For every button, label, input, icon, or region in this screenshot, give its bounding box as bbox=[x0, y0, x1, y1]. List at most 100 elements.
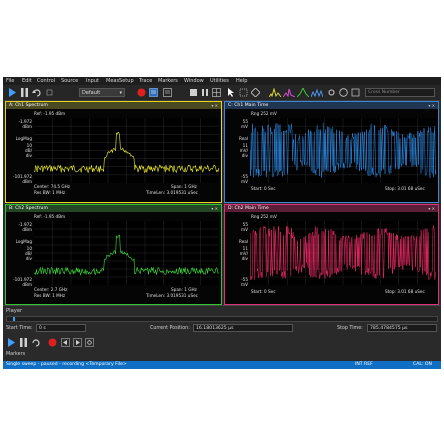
bottom-scale: -101.972 dBm bbox=[13, 174, 32, 184]
spectrum-icon-2[interactable] bbox=[283, 88, 295, 97]
panel-actions[interactable]: ▾ ✕ bbox=[211, 102, 218, 109]
span: Span: 1 GHz bbox=[171, 184, 197, 189]
range-level: Rng 252 mV bbox=[251, 111, 277, 116]
playhead-marker[interactable] bbox=[13, 317, 15, 321]
res-bw: Res BW: 1 MHz bbox=[34, 293, 66, 298]
time-plot-d[interactable] bbox=[250, 221, 436, 285]
scale-per-div: 10 dB/ div bbox=[25, 246, 32, 261]
scale-mode: Real bbox=[238, 239, 248, 244]
current-position-field[interactable]: 16.18013625 µs bbox=[193, 324, 293, 332]
menu-bar: File Edit Control Source Input MeasSetup… bbox=[3, 77, 441, 85]
stop-icon[interactable] bbox=[189, 88, 198, 97]
spectrum-icon-3[interactable] bbox=[297, 88, 309, 97]
preset-dropdown[interactable]: Default ▾ bbox=[79, 88, 125, 97]
window-layout-icon[interactable] bbox=[149, 88, 158, 97]
panel-ch2-spectrum[interactable]: B: Ch2 Spectrum ▾ ✕ Ref: -1.95 dBm -1.972… bbox=[5, 204, 222, 305]
menu-utilities[interactable]: Utilities bbox=[210, 78, 229, 84]
panel-title-bar[interactable]: D: Ch2 Main Time ▾ ✕ bbox=[225, 205, 438, 212]
menu-trace[interactable]: Trace bbox=[139, 78, 152, 84]
spectrum-icon-4[interactable] bbox=[311, 88, 323, 97]
step-icon[interactable] bbox=[46, 88, 55, 97]
menu-markers[interactable]: Markers bbox=[158, 78, 178, 84]
panel-actions[interactable]: ▾ ✕ bbox=[428, 102, 435, 109]
panel-title-bar[interactable]: C: Ch1 Main Time ▾ ✕ bbox=[225, 102, 438, 109]
player-title: Player bbox=[6, 308, 23, 314]
pause-icon[interactable] bbox=[19, 338, 28, 347]
play-icon[interactable] bbox=[7, 338, 16, 347]
bottom-scale: -101.972 dBm bbox=[13, 277, 32, 287]
markers-settings-icon[interactable] bbox=[85, 338, 94, 347]
single-icon[interactable] bbox=[201, 88, 210, 97]
play-icon[interactable] bbox=[8, 88, 17, 97]
layout-icon[interactable] bbox=[163, 88, 172, 97]
marker-icon[interactable] bbox=[251, 88, 260, 97]
search-placeholder: Cross Number bbox=[368, 90, 400, 95]
stop-time: Stop: 3.01 68 uSec bbox=[385, 289, 425, 294]
spectrum-icon[interactable] bbox=[269, 88, 281, 97]
reference-status: INT REF bbox=[355, 362, 373, 367]
scale-mode: LogMag bbox=[15, 136, 32, 141]
help-icon[interactable] bbox=[339, 88, 348, 97]
spectrum-plot-a[interactable] bbox=[34, 118, 219, 183]
info-icon[interactable] bbox=[351, 88, 360, 97]
cursor-icon[interactable] bbox=[227, 88, 236, 97]
spectrum-plot-b[interactable] bbox=[34, 221, 219, 285]
top-scale: 55 mV bbox=[241, 119, 248, 129]
menu-edit[interactable]: Edit bbox=[22, 78, 32, 84]
panel-title-bar[interactable]: A: Ch1 Spectrum ▾ ✕ bbox=[6, 102, 221, 109]
panel-title: A: Ch1 Spectrum bbox=[9, 103, 48, 108]
calibration-status: CAL: ON bbox=[413, 362, 432, 367]
scale-per-div: 11 mV/ div bbox=[239, 246, 248, 261]
menu-meassetup[interactable]: MeasSetup bbox=[106, 78, 134, 84]
panel-ch1-spectrum[interactable]: A: Ch1 Spectrum ▾ ✕ Ref: -1.95 dBm -1.972… bbox=[5, 101, 222, 203]
panel-title: B: Ch2 Spectrum bbox=[9, 206, 48, 211]
status-bar: Single sweep - paused - recording <Tempo… bbox=[3, 361, 441, 369]
panel-actions[interactable]: ▾ ✕ bbox=[428, 205, 435, 212]
scale-per-div: 11 mV/ div bbox=[239, 143, 248, 158]
step-forward-icon[interactable] bbox=[73, 338, 82, 347]
menu-window[interactable]: Window bbox=[184, 78, 204, 84]
center-freq: Center: 74.5 GHz bbox=[34, 184, 71, 189]
stop-time: Stop: 3.01 68 uSec bbox=[385, 186, 425, 191]
panel-ch1-main-time[interactable]: C: Ch1 Main Time ▾ ✕ Rng 252 mV 55 mV Rea… bbox=[224, 101, 439, 203]
player-panel: Player Start Time: 0 s Current Position:… bbox=[3, 305, 441, 362]
record-icon[interactable] bbox=[137, 88, 146, 97]
record-icon[interactable] bbox=[48, 338, 57, 347]
start-time: Start: 0 Sec bbox=[251, 289, 276, 294]
time-length: TimeLen: 3.019531 uSec bbox=[146, 293, 198, 298]
span: Span: 1 GHz bbox=[171, 287, 197, 292]
stop-time-field[interactable]: 785.4784575 µs bbox=[367, 324, 437, 332]
time-plot-c[interactable] bbox=[250, 118, 436, 183]
step-back-icon[interactable] bbox=[61, 338, 70, 347]
preset-value: Default bbox=[82, 90, 101, 96]
loop-icon[interactable] bbox=[31, 338, 40, 347]
panel-ch2-main-time[interactable]: D: Ch2 Main Time ▾ ✕ Rng 252 mV 55 mV Rea… bbox=[224, 204, 439, 305]
menu-source[interactable]: Source bbox=[61, 78, 78, 84]
start-time-field[interactable]: 0 s bbox=[36, 324, 86, 332]
bottom-scale: -55 mV bbox=[241, 174, 248, 184]
panel-actions[interactable]: ▾ ✕ bbox=[211, 205, 218, 212]
menu-file[interactable]: File bbox=[6, 78, 14, 84]
grid-icon[interactable] bbox=[212, 88, 221, 97]
search-input[interactable]: Cross Number bbox=[365, 88, 435, 97]
zoom-icon[interactable] bbox=[239, 88, 248, 97]
time-length: TimeLen: 3.019531 uSec bbox=[146, 190, 198, 195]
menu-control[interactable]: Control bbox=[37, 78, 55, 84]
start-time: Start: 0 Sec bbox=[251, 186, 276, 191]
menu-help[interactable]: Help bbox=[236, 78, 247, 84]
pause-icon[interactable] bbox=[20, 88, 29, 97]
start-time-label: Start Time: bbox=[6, 326, 33, 331]
toolbar: Default ▾ Cross Number bbox=[3, 85, 441, 101]
res-bw: Res BW: 1 MHz bbox=[34, 190, 66, 195]
ref-level: Ref: -1.95 dBm bbox=[34, 111, 66, 116]
settings-icon[interactable] bbox=[327, 88, 336, 97]
menu-input[interactable]: Input bbox=[86, 78, 99, 84]
top-scale: 55 mV bbox=[241, 222, 248, 232]
bottom-scale: -55 mV bbox=[241, 277, 248, 287]
panel-title-bar[interactable]: B: Ch2 Spectrum ▾ ✕ bbox=[6, 205, 221, 212]
stop-time-label: Stop Time: bbox=[337, 326, 363, 331]
timeline-scrubber[interactable] bbox=[6, 316, 438, 322]
chevron-down-icon: ▾ bbox=[119, 90, 122, 96]
loop-icon[interactable] bbox=[32, 88, 42, 97]
top-scale: -1.972 dBm bbox=[18, 222, 33, 232]
